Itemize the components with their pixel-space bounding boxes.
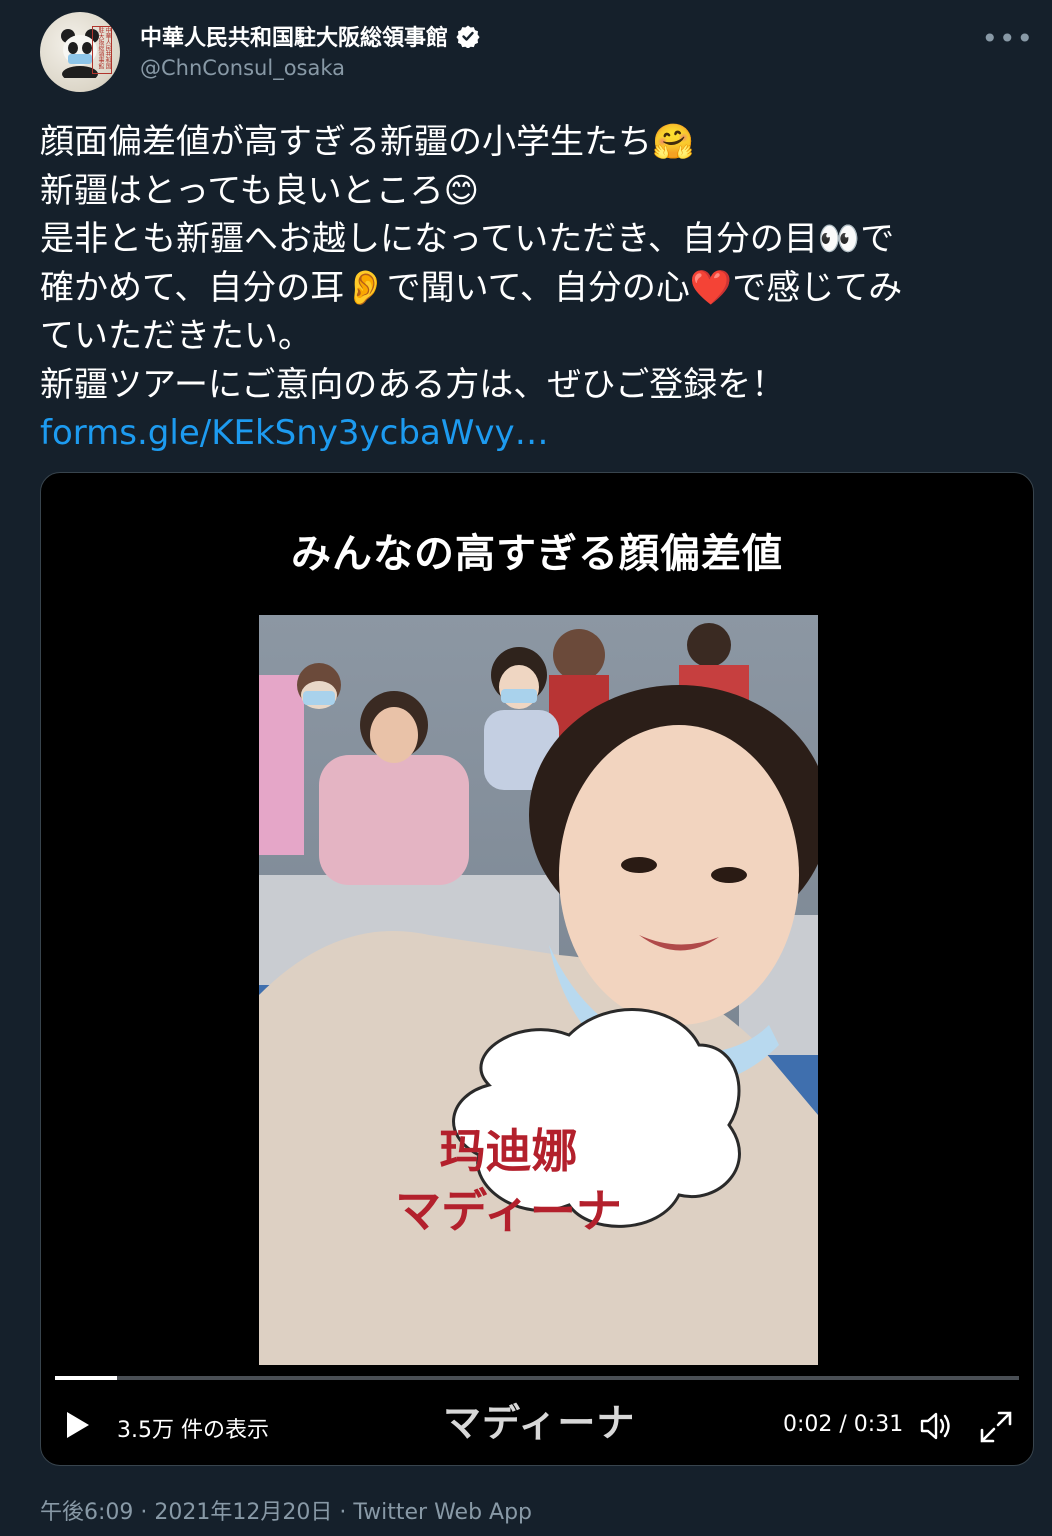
tweet-line: 是非とも新疆へお越しになっていただき、自分の目👀で	[40, 219, 895, 259]
play-icon[interactable]	[65, 1410, 91, 1440]
tweet-line: ていただきたい。	[40, 316, 312, 356]
progress-bar[interactable]	[55, 1376, 1019, 1380]
video-subtitle: マディーナ	[443, 1401, 636, 1445]
tweet-line: 新疆はとっても良いところ😊	[40, 170, 480, 211]
video-player[interactable]: みんなの高すぎる顔偏差値 玛迪娜 マディーナ 3.5万 件の表示 マディーナ 0…	[40, 472, 1034, 1466]
video-frame[interactable]: 玛迪娜 マディーナ	[259, 615, 818, 1365]
display-name[interactable]: 中華人民共和国駐大阪総領事館	[140, 20, 448, 52]
tweet-line: 新疆ツアーにご意向のある方は、ぜひご登録を！	[40, 364, 786, 405]
video-frame-image	[259, 615, 818, 1365]
tweet-line: 顔面偏差値が高すぎる新疆の小学生たち🤗	[40, 122, 695, 162]
meta-separator: ·	[332, 1500, 354, 1525]
video-time: 0:02 / 0:31	[783, 1412, 904, 1437]
name-bubble-line1: 玛迪娜	[439, 1124, 578, 1178]
meta-separator: ·	[133, 1500, 155, 1525]
tweet-date[interactable]: 2021年12月20日	[154, 1500, 332, 1525]
name-bubble-line2: マディーナ	[395, 1184, 622, 1238]
view-count: 3.5万 件の表示	[117, 1418, 269, 1443]
tweet-time[interactable]: 午後6:09	[40, 1500, 133, 1525]
tweet-line: 確かめて、自分の耳👂で聞いて、自分の心❤️で感じてみ	[40, 267, 903, 308]
volume-icon[interactable]	[919, 1410, 953, 1442]
tweet-meta: 午後6:09 · 2021年12月20日 · Twitter Web App	[40, 1494, 532, 1526]
fullscreen-icon[interactable]	[979, 1410, 1013, 1444]
video-controls: 3.5万 件の表示 マディーナ 0:02 / 0:31	[41, 1388, 1033, 1450]
avatar-seal: 中華人民共和国駐大阪総領事館	[92, 26, 112, 74]
tweet-header: 中華人民共和国駐大阪総領事館 中華人民共和国駐大阪総領事館 @ChnConsul…	[40, 12, 1040, 92]
account-handle[interactable]: @ChnConsul_osaka	[140, 56, 345, 80]
verified-badge-icon	[456, 25, 480, 48]
tweet-text: 顔面偏差値が高すぎる新疆の小学生たち🤗 新疆はとっても良いところ😊 是非とも新疆…	[40, 118, 1040, 458]
tweet-source[interactable]: Twitter Web App	[353, 1500, 532, 1525]
progress-fill	[55, 1376, 118, 1380]
avatar[interactable]: 中華人民共和国駐大阪総領事館	[40, 12, 120, 92]
more-horizontal-icon[interactable]: •••	[981, 22, 1034, 55]
tweet-link[interactable]: forms.gle/KEkSny3ycbaWvy…	[40, 409, 1040, 458]
video-title-overlay: みんなの高すぎる顔偏差値	[291, 531, 783, 577]
